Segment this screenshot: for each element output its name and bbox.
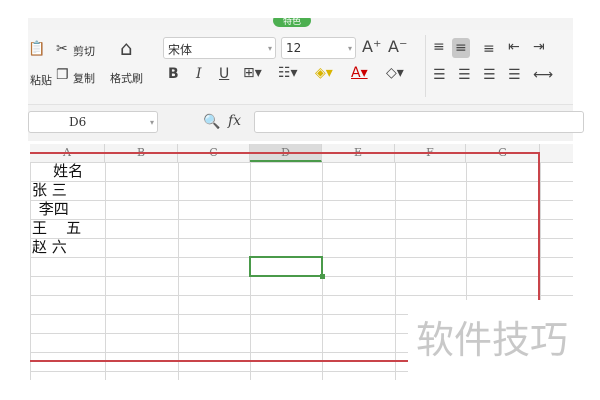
distributed-icon[interactable]: ⟷ xyxy=(533,68,553,82)
copy-button[interactable]: 复制 xyxy=(73,70,95,86)
bold-icon[interactable]: B xyxy=(168,67,179,81)
formula-bar: D6 ▾ 🔍 fx xyxy=(28,105,584,141)
col-header-rest xyxy=(540,144,573,162)
justify-icon[interactable]: ☰ xyxy=(508,68,521,82)
cell-style-icon[interactable]: ☷▾ xyxy=(278,66,298,80)
increase-font-icon[interactable]: A⁺ xyxy=(362,39,381,55)
underline-icon[interactable]: U xyxy=(219,67,229,81)
zoom-formula-icon[interactable]: 🔍 xyxy=(203,115,220,129)
paste-button[interactable]: 粘贴 xyxy=(30,72,52,88)
grid-line xyxy=(178,162,179,380)
grid-line xyxy=(105,162,106,380)
format-painter-button[interactable]: 格式刷 xyxy=(110,70,143,86)
font-size: 12 xyxy=(286,41,302,55)
align-bottom-icon[interactable]: ≡ xyxy=(483,42,495,56)
ribbon: 📋 粘贴 ✂ 剪切 ❐ 复制 ⌂ 格式刷 宋体 ▾ 12 ▾ A⁺ A⁻ B I U… xyxy=(28,30,573,105)
grid-line xyxy=(30,200,573,201)
red-box-right xyxy=(538,152,540,300)
cell-a2[interactable]: 张 三 xyxy=(32,181,67,200)
paste-icon[interactable]: 📋 xyxy=(28,42,45,56)
grid-line xyxy=(30,295,573,296)
red-box-top xyxy=(30,152,540,154)
align-middle-icon[interactable]: ≡ xyxy=(452,38,470,58)
font-name: 宋体 xyxy=(168,43,193,57)
fill-handle[interactable] xyxy=(320,274,325,279)
special-tab[interactable]: 特色 xyxy=(273,18,312,27)
grid-line xyxy=(30,219,573,220)
scissors-icon: ✂ xyxy=(56,41,68,57)
align-top-icon[interactable]: ≡ xyxy=(433,40,445,54)
grid-line xyxy=(30,162,573,163)
name-box-value: D6 xyxy=(69,115,87,129)
watermark: 软件技巧 xyxy=(408,300,578,380)
selected-cell-d6[interactable] xyxy=(249,256,323,277)
fill-color-icon[interactable]: ◈▾ xyxy=(315,66,333,80)
align-right-icon[interactable]: ☰ xyxy=(483,68,496,82)
cell-a4[interactable]: 王 五 xyxy=(32,219,81,238)
cut-button[interactable]: 剪切 xyxy=(73,43,95,59)
border-icon[interactable]: ⊞▾ xyxy=(243,66,262,80)
font-size-select[interactable]: 12 ▾ xyxy=(281,37,356,59)
font-color-icon[interactable]: A▾ xyxy=(351,66,368,80)
grid-line xyxy=(30,238,573,239)
grid-line xyxy=(30,181,573,182)
decrease-indent-icon[interactable]: ⇤ xyxy=(508,40,520,54)
cell-a5[interactable]: 赵 六 xyxy=(32,238,67,257)
red-box-bottom xyxy=(30,360,408,362)
cell-a3[interactable]: 李四 xyxy=(34,200,69,219)
font-name-select[interactable]: 宋体 ▾ xyxy=(163,37,276,59)
fx-icon[interactable]: fx xyxy=(228,114,241,128)
clear-icon[interactable]: ◇▾ xyxy=(386,66,404,80)
decrease-font-icon[interactable]: A⁻ xyxy=(388,39,407,55)
formula-input[interactable] xyxy=(254,111,584,133)
format-painter-icon: ⌂ xyxy=(120,36,133,60)
grid-line xyxy=(30,162,31,380)
menu-tab-bar: 特色 xyxy=(28,18,573,30)
align-center-icon[interactable]: ☰ xyxy=(458,68,471,82)
name-box[interactable]: D6 ▾ xyxy=(28,111,158,133)
italic-icon[interactable]: I xyxy=(196,67,202,81)
increase-indent-icon[interactable]: ⇥ xyxy=(533,40,545,54)
grid-line xyxy=(395,162,396,380)
copy-icon: ❐ xyxy=(56,67,69,83)
divider xyxy=(425,35,426,97)
align-left-icon[interactable]: ☰ xyxy=(433,68,446,82)
cell-a1[interactable]: 姓名 xyxy=(34,162,83,181)
